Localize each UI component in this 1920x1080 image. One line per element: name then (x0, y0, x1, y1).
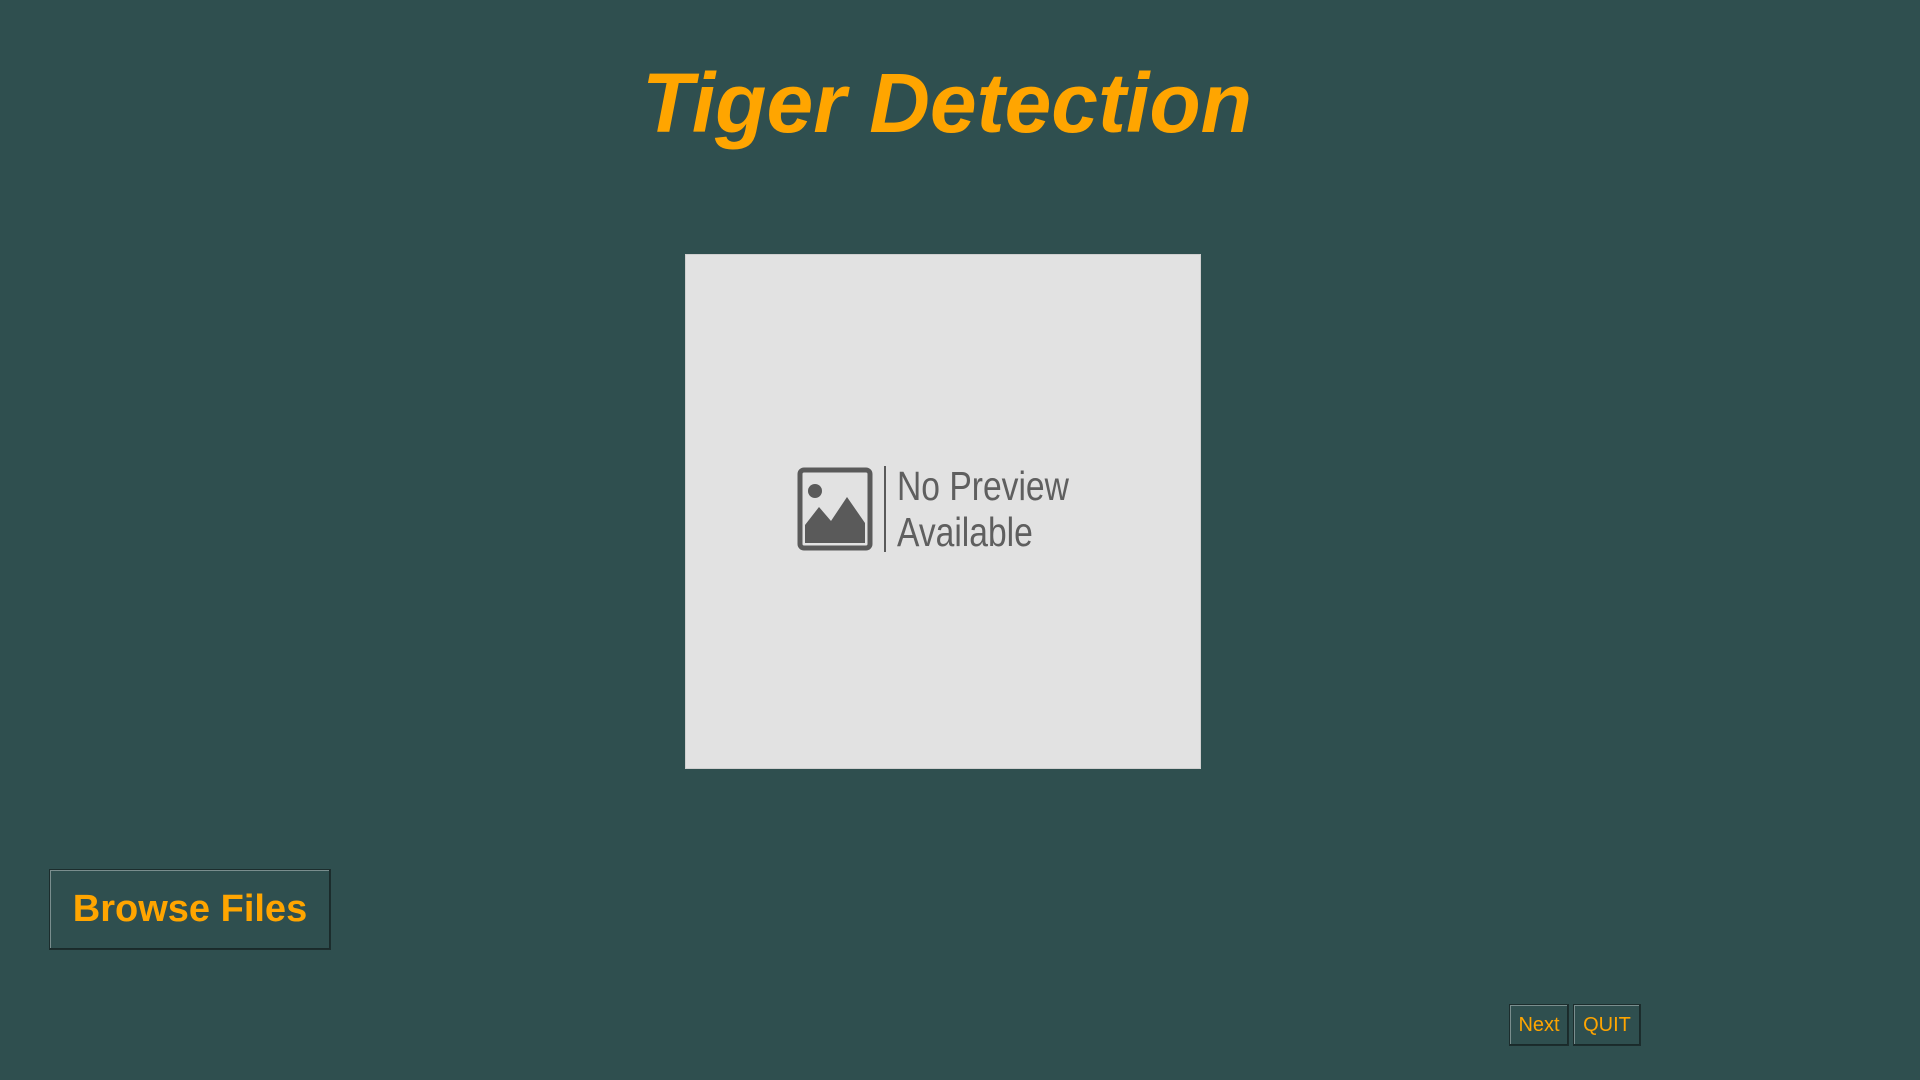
next-button[interactable]: Next (1509, 1004, 1569, 1046)
image-preview: No Preview Available (685, 254, 1201, 769)
browse-files-button[interactable]: Browse Files (49, 869, 331, 950)
quit-button[interactable]: QUIT (1573, 1004, 1641, 1046)
preview-divider (884, 466, 886, 552)
app-window: Tiger Detection No Preview Available Bro… (0, 0, 1920, 1080)
no-preview-line2: Available (897, 509, 1033, 555)
image-placeholder-icon (797, 467, 873, 551)
no-preview-line1: No Preview (897, 463, 1069, 509)
no-preview-text: No Preview Available (897, 463, 1069, 555)
page-title: Tiger Detection (642, 56, 1252, 150)
no-preview-placeholder: No Preview Available (797, 463, 1107, 555)
